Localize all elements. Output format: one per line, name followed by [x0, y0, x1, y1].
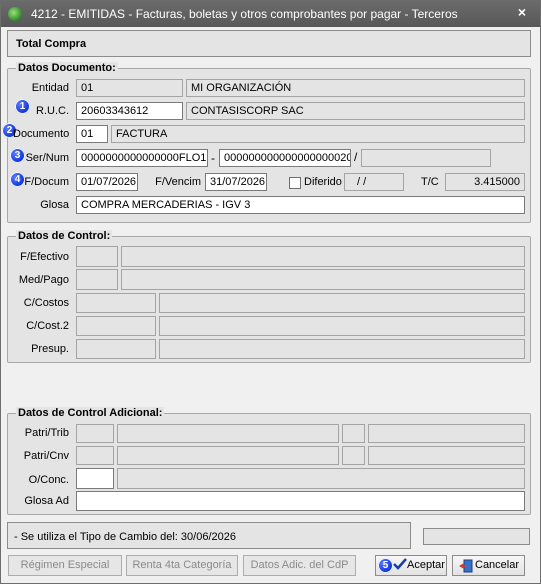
- sernum-slash: /: [354, 150, 358, 164]
- presup-name-field: [159, 339, 525, 359]
- ruc-input[interactable]: 20603343612: [76, 102, 183, 120]
- documento-name-field: FACTURA: [111, 125, 525, 143]
- ruc-name-field: CONTASISCORP SAC: [186, 102, 525, 120]
- tc-label: T/C: [421, 176, 439, 188]
- ccostos-label: C/Costos: [23, 297, 69, 309]
- tc-field: 3.415000: [445, 173, 525, 191]
- ccostos-code-field[interactable]: [76, 293, 156, 313]
- fvencim-input[interactable]: 31/07/2026: [205, 173, 267, 191]
- sernum-dash: -: [211, 151, 215, 165]
- exit-door-icon: [459, 559, 473, 573]
- diferido-label: Diferido: [304, 176, 342, 188]
- checkmark-icon: [393, 558, 407, 570]
- patricnv-label: Patri/Cnv: [23, 450, 69, 462]
- medpago-name-field: [121, 269, 525, 290]
- oconc-name-field: [117, 468, 525, 489]
- footer-status-field: [423, 528, 530, 545]
- renta-4ta-button[interactable]: Renta 4ta Categoría: [126, 555, 238, 576]
- total-compra-label: Total Compra: [16, 38, 87, 50]
- fdocum-input[interactable]: 01/07/2026: [76, 173, 138, 191]
- serie-input[interactable]: 0000000000000000FLO1: [76, 149, 208, 167]
- fvencim-label: F/Vencim: [155, 176, 201, 188]
- patritrib-code2-field[interactable]: [342, 424, 365, 443]
- window-title: 4212 - EMITIDAS - Facturas, boletas y ot…: [31, 7, 458, 21]
- medpago-label: Med/Pago: [18, 274, 69, 286]
- presup-label: Presup.: [31, 343, 69, 355]
- patricnv-name-field: [117, 446, 339, 465]
- dialog-window: 4212 - EMITIDAS - Facturas, boletas y ot…: [0, 0, 541, 584]
- exchange-rate-info-box: - Se utiliza el Tipo de Cambio del: 30/0…: [7, 522, 411, 549]
- glosaad-input[interactable]: [76, 491, 525, 511]
- patritrib-name-field: [117, 424, 339, 443]
- oconc-label: O/Conc.: [28, 474, 69, 486]
- documento-code-input[interactable]: 01: [76, 125, 108, 143]
- app-icon: [8, 7, 22, 21]
- aceptar-label: Aceptar: [407, 559, 445, 571]
- patricnv-name2-field: [368, 446, 525, 465]
- entidad-name-field: MI ORGANIZACIÓN: [186, 79, 525, 97]
- exchange-rate-info-text: - Se utiliza el Tipo de Cambio del: 30/0…: [14, 531, 236, 543]
- numero-input[interactable]: 0000000000000000000205: [219, 149, 351, 167]
- title-bar[interactable]: 4212 - EMITIDAS - Facturas, boletas y ot…: [1, 1, 540, 27]
- diferido-checkbox[interactable]: [289, 177, 301, 189]
- ccost2-code-field[interactable]: [76, 316, 156, 336]
- entidad-label: Entidad: [31, 82, 69, 94]
- oconc-code-input[interactable]: [76, 468, 114, 489]
- ccost2-name-field: [159, 316, 525, 336]
- entidad-code-field[interactable]: 01: [76, 79, 183, 97]
- ccost2-label: C/Cost.2: [26, 320, 69, 332]
- patritrib-code-field[interactable]: [76, 424, 114, 443]
- fefectivo-label: F/Efectivo: [20, 251, 69, 263]
- cancelar-label: Cancelar: [475, 559, 520, 571]
- patritrib-name2-field: [368, 424, 525, 443]
- fdocum-label: F/Docum: [24, 176, 69, 188]
- ruc-label: R.U.C.: [36, 105, 69, 117]
- datos-adic-cdp-button[interactable]: Datos Adic. del CdP: [243, 555, 356, 576]
- fefectivo-name-field: [121, 246, 525, 267]
- patritrib-label: Patri/Trib: [24, 427, 69, 439]
- documento-label: Documento: [13, 128, 70, 140]
- presup-code-field[interactable]: [76, 339, 156, 359]
- ccostos-name-field: [159, 293, 525, 313]
- glosaad-label: Glosa Ad: [24, 495, 69, 507]
- datos-control-adicional-legend: Datos de Control Adicional:: [16, 407, 165, 419]
- cancelar-button[interactable]: Cancelar: [452, 555, 525, 576]
- glosa-input[interactable]: COMPRA MERCADERIAS - IGV 3: [76, 196, 525, 214]
- patricnv-code-field[interactable]: [76, 446, 114, 465]
- datos-control-legend: Datos de Control:: [16, 230, 113, 242]
- step-badge-5: 5: [378, 558, 393, 573]
- total-compra-header: Total Compra: [7, 30, 531, 57]
- diferido-date-field: / /: [344, 173, 404, 191]
- sernum-label: Ser/Num: [25, 152, 69, 164]
- fefectivo-code-field[interactable]: [76, 246, 118, 267]
- glosa-label: Glosa: [40, 199, 69, 211]
- close-icon[interactable]: ×: [518, 4, 526, 20]
- sernum-extra-field: [361, 149, 491, 167]
- regimen-especial-button[interactable]: Régimen Especial: [8, 555, 122, 576]
- datos-documento-legend: Datos Documento:: [16, 62, 118, 74]
- medpago-code-field[interactable]: [76, 269, 118, 290]
- patricnv-code2-field[interactable]: [342, 446, 365, 465]
